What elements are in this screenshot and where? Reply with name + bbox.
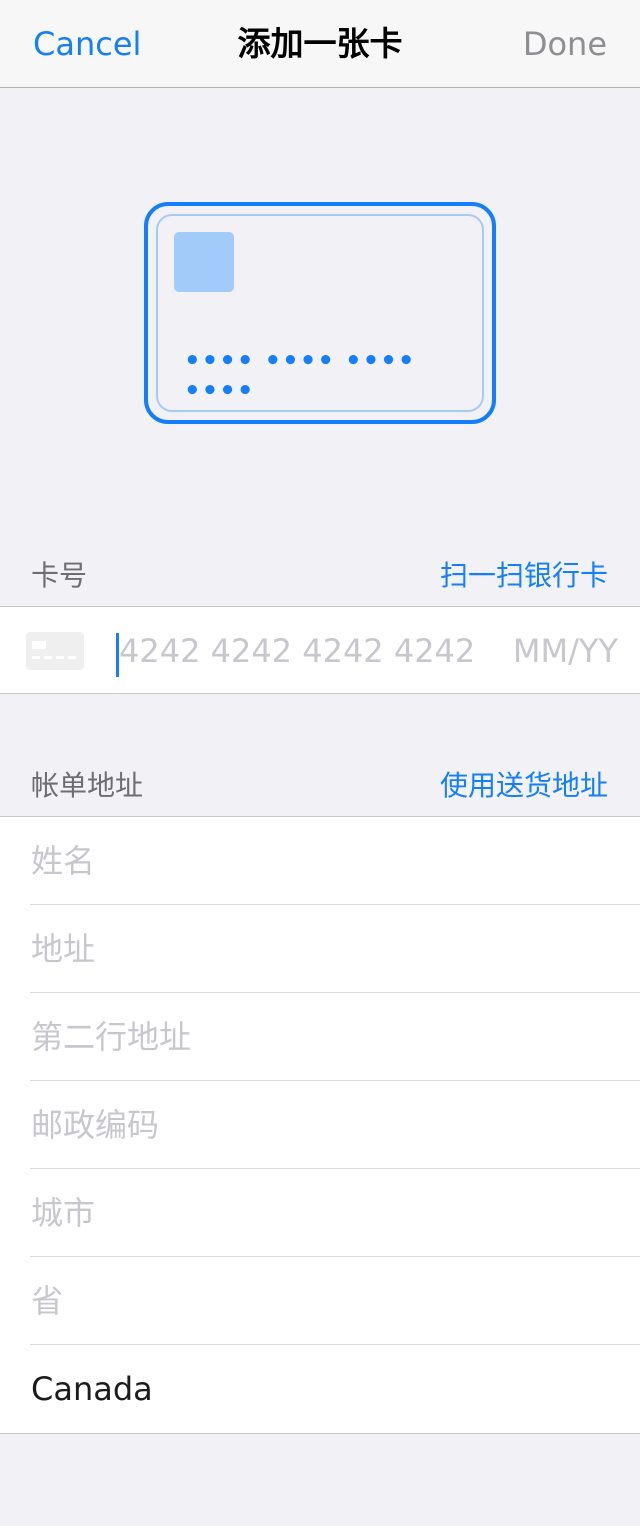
address-line1-field[interactable]: [31, 925, 611, 973]
done-button[interactable]: Done: [523, 22, 607, 66]
province-field[interactable]: [31, 1277, 611, 1325]
name-field[interactable]: [31, 837, 611, 885]
scan-card-button[interactable]: 扫一扫银行卡: [440, 556, 608, 596]
country-field[interactable]: [31, 1365, 611, 1413]
postal-code-field[interactable]: [31, 1101, 611, 1149]
address-line2-field[interactable]: [31, 1013, 611, 1061]
navigation-bar: Cancel 添加一张卡 Done: [0, 0, 640, 88]
billing-address-form: [0, 816, 640, 1434]
billing-address-section-header: 帐单地址 使用送货地址: [0, 756, 640, 812]
card-chip-icon: [174, 232, 234, 292]
card-number-row: [0, 606, 640, 694]
use-shipping-address-button[interactable]: 使用送货地址: [440, 766, 608, 806]
card-number-label: 卡号: [31, 559, 88, 592]
list-item: [0, 993, 640, 1081]
list-item: [0, 817, 640, 905]
billing-address-label: 帐单地址: [31, 769, 144, 802]
list-item: [0, 905, 640, 993]
list-item: [0, 1081, 640, 1169]
list-item: [0, 1345, 640, 1433]
city-field[interactable]: [31, 1189, 611, 1237]
credit-card-icon: [26, 632, 84, 670]
card-number-section-header: 卡号 扫一扫银行卡: [0, 546, 640, 602]
card-number-input[interactable]: [119, 629, 489, 673]
card-number-mask: •••• •••• •••• ••••: [184, 346, 416, 406]
list-item: [0, 1257, 640, 1345]
expiry-date-input[interactable]: [500, 629, 618, 673]
list-item: [0, 1169, 640, 1257]
